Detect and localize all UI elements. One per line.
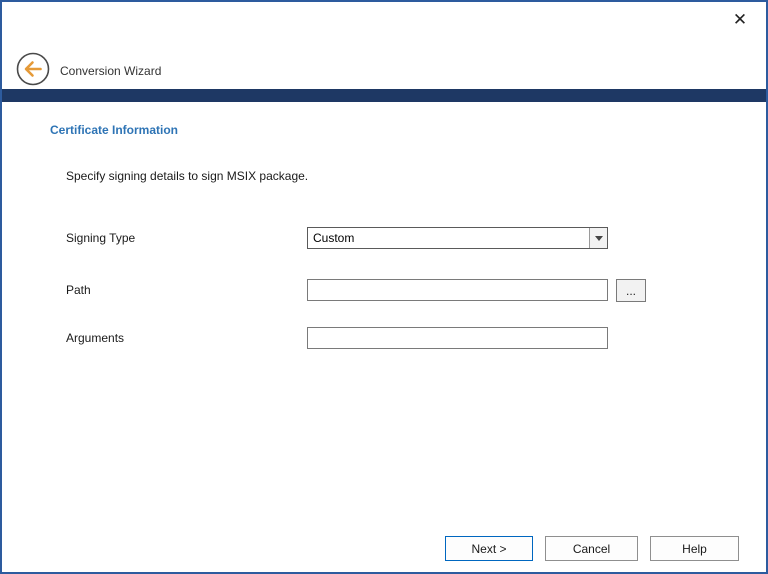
back-button[interactable] <box>16 52 50 86</box>
signing-type-dropdown-button[interactable] <box>589 228 607 248</box>
wizard-title: Conversion Wizard <box>60 64 161 78</box>
browse-button[interactable]: ... <box>616 279 646 302</box>
close-icon: ✕ <box>733 10 747 30</box>
arguments-label: Arguments <box>66 331 124 345</box>
next-button[interactable]: Next > <box>445 536 533 561</box>
path-input[interactable] <box>307 279 608 301</box>
cancel-button[interactable]: Cancel <box>545 536 638 561</box>
chevron-down-icon <box>595 236 603 241</box>
signing-type-label: Signing Type <box>66 231 135 245</box>
page-description: Specify signing details to sign MSIX pac… <box>66 169 308 183</box>
close-button[interactable]: ✕ <box>728 8 752 32</box>
conversion-wizard-dialog: ✕ Conversion Wizard Certificate Informat… <box>0 0 768 574</box>
page-heading: Certificate Information <box>50 123 178 137</box>
signing-type-value: Custom <box>308 228 589 248</box>
arguments-input[interactable] <box>307 327 608 349</box>
path-label: Path <box>66 283 91 297</box>
back-arrow-icon <box>16 52 50 86</box>
signing-type-combobox[interactable]: Custom <box>307 227 608 249</box>
header-separator-band <box>2 89 766 102</box>
help-button[interactable]: Help <box>650 536 739 561</box>
